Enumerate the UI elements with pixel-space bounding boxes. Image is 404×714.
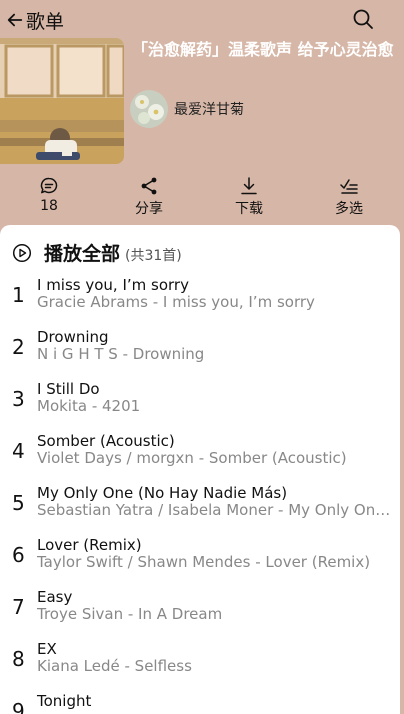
song-row[interactable]: 3 I Still Do Mokita - 4201 (0, 379, 400, 431)
owner-name: 最爱洋甘菊 (174, 102, 244, 118)
download-button[interactable]: 下载 (219, 176, 279, 218)
song-artist-album: Violet Days / morgxn - Somber (Acoustic) (37, 449, 347, 467)
song-title: EX (37, 640, 57, 658)
song-number: 3 (12, 387, 25, 411)
song-artist-album: Sebastian Yatra / Isabela Moner - My Onl… (37, 501, 397, 519)
back-button[interactable]: 歌单 (6, 6, 64, 34)
song-number: 6 (12, 543, 25, 567)
share-label: 分享 (135, 201, 163, 217)
song-number: 9 (12, 699, 25, 714)
song-row[interactable]: 6 Lover (Remix) Taylor Swift / Shawn Men… (0, 535, 400, 587)
song-row[interactable]: 9 Tonight (0, 691, 400, 714)
song-title: Easy (37, 588, 73, 606)
playlist-owner[interactable]: 最爱洋甘菊 (130, 90, 244, 128)
song-artist-album: N i G H T S - Drowning (37, 345, 205, 363)
playlist-title: 「治愈解药」温柔歌声 给予心灵治愈 (132, 40, 394, 59)
song-number: 2 (12, 335, 25, 359)
song-list: 1 I miss you, I’m sorry Gracie Abrams - … (0, 275, 400, 714)
action-bar: 18 分享 下载 多选 (0, 176, 404, 220)
comment-button[interactable]: 18 (19, 176, 79, 214)
search-icon[interactable] (352, 8, 374, 30)
comment-icon (40, 177, 58, 194)
play-all-label: 播放全部 (44, 243, 121, 265)
song-title: Tonight (37, 692, 92, 710)
song-row[interactable]: 2 Drowning N i G H T S - Drowning (0, 327, 400, 379)
song-row[interactable]: 1 I miss you, I’m sorry Gracie Abrams - … (0, 275, 400, 327)
share-icon (141, 177, 157, 195)
song-title: I Still Do (37, 380, 100, 398)
download-icon (241, 177, 257, 195)
play-all-button[interactable]: 播放全部 (共31首) (12, 239, 182, 266)
back-arrow-icon (7, 13, 23, 27)
top-bar: 歌单 (0, 0, 404, 40)
song-row[interactable]: 5 My Only One (No Hay Nadie Más) Sebasti… (0, 483, 400, 535)
song-number: 8 (12, 647, 25, 671)
page-title: 歌单 (26, 10, 65, 33)
song-title: Lover (Remix) (37, 536, 142, 554)
song-title: Drowning (37, 328, 109, 346)
multi-select-label: 多选 (335, 201, 363, 217)
song-title: I miss you, I’m sorry (37, 276, 189, 294)
song-artist-album: Kiana Ledé - Selfless (37, 657, 192, 675)
song-row[interactable]: 4 Somber (Acoustic) Violet Days / morgxn… (0, 431, 400, 483)
song-number: 4 (12, 439, 25, 463)
multi-select-icon (340, 179, 358, 194)
share-button[interactable]: 分享 (119, 176, 179, 218)
song-row[interactable]: 8 EX Kiana Ledé - Selfless (0, 639, 400, 691)
song-artist-album: Gracie Abrams - I miss you, I’m sorry (37, 293, 315, 311)
comment-count: 18 (40, 198, 58, 214)
multi-select-button[interactable]: 多选 (319, 176, 379, 218)
song-title: Somber (Acoustic) (37, 432, 175, 450)
song-title: My Only One (No Hay Nadie Más) (37, 484, 288, 502)
play-circle-icon (12, 243, 32, 262)
song-count: (共31首) (125, 247, 182, 264)
song-number: 7 (12, 595, 25, 619)
song-number: 1 (12, 283, 25, 307)
avatar[interactable] (130, 90, 168, 128)
download-label: 下载 (235, 201, 263, 217)
song-artist-album: Troye Sivan - In A Dream (37, 605, 223, 623)
song-number: 5 (12, 491, 25, 515)
song-artist-album: Taylor Swift / Shawn Mendes - Lover (Rem… (37, 553, 371, 571)
song-artist-album: Mokita - 4201 (37, 397, 141, 415)
song-row[interactable]: 7 Easy Troye Sivan - In A Dream (0, 587, 400, 639)
song-list-panel: 播放全部 (共31首) 1 I miss you, I’m sorry Grac… (0, 225, 400, 714)
playlist-cover-image[interactable] (0, 38, 124, 164)
